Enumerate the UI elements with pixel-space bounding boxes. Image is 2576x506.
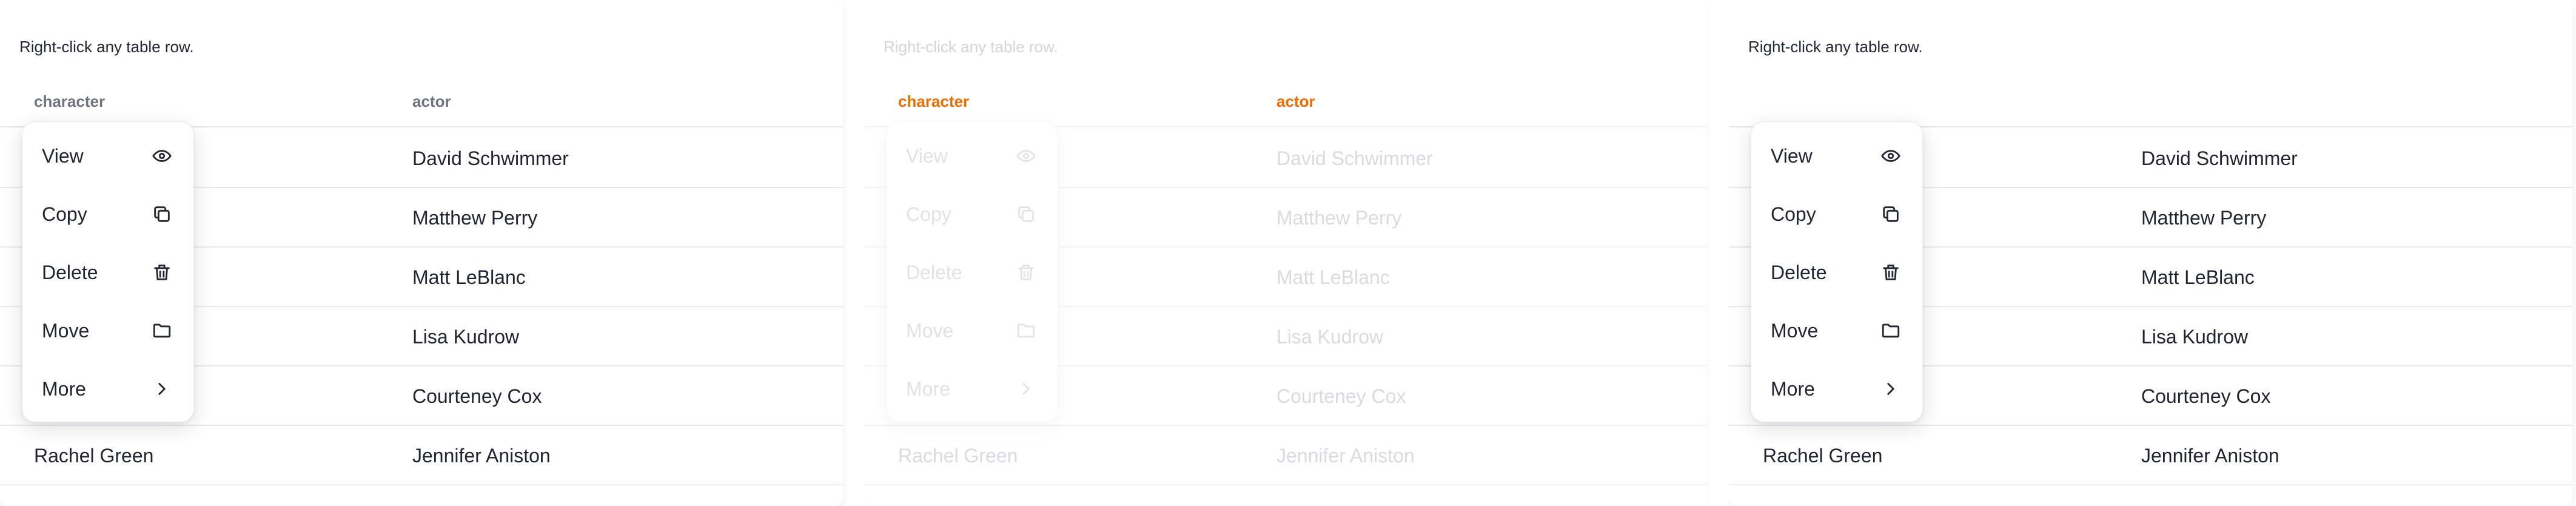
- menu-item-label: Copy: [1771, 203, 1816, 225]
- menu-item-more[interactable]: More: [887, 360, 1058, 418]
- menu-item-delete[interactable]: Delete: [887, 243, 1058, 302]
- cell-actor: Matthew Perry: [1276, 207, 1402, 229]
- chevron-right-icon: [151, 378, 173, 400]
- menu-item-move[interactable]: Move: [22, 302, 193, 360]
- stage: Right-click any table row. character act…: [0, 0, 2576, 506]
- menu-item-view[interactable]: View: [1751, 127, 1922, 185]
- copy-icon: [1880, 203, 1902, 225]
- menu-item-label: Move: [42, 319, 90, 342]
- cell-actor: Jennifer Aniston: [1276, 445, 1415, 467]
- table-row[interactable]: Rachel Green Jennifer Aniston: [864, 426, 1707, 485]
- cell-character: Rachel Green: [1763, 445, 1883, 467]
- instruction-text: Right-click any table row.: [19, 38, 194, 56]
- menu-item-move[interactable]: Move: [887, 302, 1058, 360]
- menu-item-copy[interactable]: Copy: [22, 185, 193, 243]
- cell-actor: Matt LeBlanc: [1276, 266, 1390, 288]
- menu-item-view[interactable]: View: [22, 127, 193, 185]
- folder-icon: [1015, 320, 1037, 342]
- context-menu: View Copy Delete Move More: [1751, 121, 1923, 422]
- cell-actor: Jennifer Aniston: [2141, 445, 2279, 467]
- copy-icon: [151, 203, 173, 225]
- context-menu: View Copy Delete Move More: [886, 121, 1058, 422]
- menu-item-label: More: [42, 377, 86, 400]
- cell-actor: Matthew Perry: [412, 207, 538, 229]
- demo-panel-3: Right-click any table row. David Schwimm…: [1729, 0, 2576, 506]
- cell-actor: Courteney Cox: [412, 385, 542, 407]
- menu-item-label: Delete: [1771, 261, 1827, 283]
- cell-actor: Matthew Perry: [2141, 207, 2267, 229]
- copy-icon: [1015, 203, 1037, 225]
- cell-actor: Lisa Kudrow: [412, 326, 520, 348]
- menu-item-copy[interactable]: Copy: [1751, 185, 1922, 243]
- folder-icon: [151, 320, 173, 342]
- cell-actor: David Schwimmer: [412, 147, 569, 169]
- cell-actor: Courteney Cox: [2141, 385, 2271, 407]
- eye-icon: [1015, 145, 1037, 167]
- chevron-right-icon: [1015, 378, 1037, 400]
- cell-actor: Matt LeBlanc: [412, 266, 526, 288]
- menu-item-label: View: [1771, 144, 1813, 167]
- context-menu: View Copy Delete Move More: [22, 121, 194, 422]
- table-row[interactable]: Rachel Green Jennifer Aniston: [0, 426, 843, 485]
- table-row[interactable]: Rachel Green Jennifer Aniston: [1729, 426, 2572, 485]
- cell-actor: Lisa Kudrow: [2141, 326, 2249, 348]
- trash-icon: [151, 261, 173, 283]
- menu-item-delete[interactable]: Delete: [1751, 243, 1922, 302]
- menu-item-label: Move: [1771, 319, 1819, 342]
- menu-item-label: More: [1771, 377, 1815, 400]
- menu-item-label: Delete: [42, 261, 98, 283]
- menu-item-label: Copy: [906, 203, 951, 225]
- folder-icon: [1880, 320, 1902, 342]
- demo-panel-2: Right-click any table row. character act…: [864, 0, 1711, 506]
- menu-item-delete[interactable]: Delete: [22, 243, 193, 302]
- menu-item-label: Move: [906, 319, 954, 342]
- cell-actor: Lisa Kudrow: [1276, 326, 1384, 348]
- eye-icon: [1880, 145, 1902, 167]
- cell-actor: Jennifer Aniston: [412, 445, 551, 467]
- menu-item-label: View: [906, 144, 948, 167]
- cell-character: Rachel Green: [34, 445, 154, 467]
- trash-icon: [1015, 261, 1037, 283]
- menu-item-label: View: [42, 144, 84, 167]
- menu-item-label: Delete: [906, 261, 962, 283]
- menu-item-copy[interactable]: Copy: [887, 185, 1058, 243]
- menu-item-label: Copy: [42, 203, 87, 225]
- eye-icon: [151, 145, 173, 167]
- instruction-text: Right-click any table row.: [884, 38, 1058, 56]
- cell-actor: Courteney Cox: [1276, 385, 1406, 407]
- cell-character: Rachel Green: [898, 445, 1018, 467]
- cell-actor: David Schwimmer: [1276, 147, 1433, 169]
- demo-panel-1: Right-click any table row. character act…: [0, 0, 847, 506]
- menu-item-more[interactable]: More: [1751, 360, 1922, 418]
- cell-actor: David Schwimmer: [2141, 147, 2298, 169]
- menu-item-move[interactable]: Move: [1751, 302, 1922, 360]
- instruction-text: Right-click any table row.: [1748, 38, 1923, 56]
- column-header-actor[interactable]: actor: [412, 90, 451, 127]
- column-header-actor[interactable]: actor: [1276, 90, 1315, 127]
- menu-item-more[interactable]: More: [22, 360, 193, 418]
- menu-item-label: More: [906, 377, 950, 400]
- menu-item-view[interactable]: View: [887, 127, 1058, 185]
- cell-actor: Matt LeBlanc: [2141, 266, 2255, 288]
- trash-icon: [1880, 261, 1902, 283]
- chevron-right-icon: [1880, 378, 1902, 400]
